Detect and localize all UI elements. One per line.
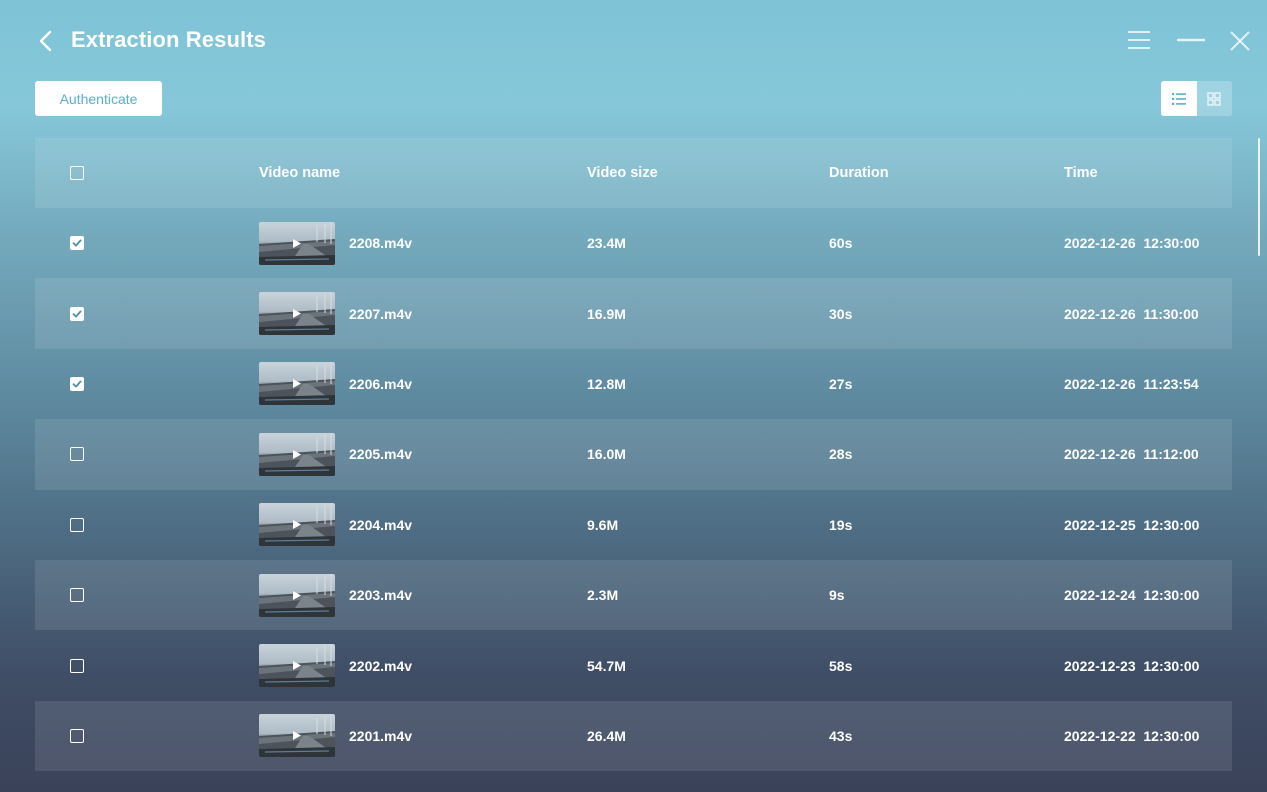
row-checkbox[interactable]: [70, 376, 84, 391]
video-thumbnail[interactable]: [259, 362, 335, 406]
video-size: 12.8M: [587, 375, 626, 392]
video-thumbnail[interactable]: [259, 292, 335, 336]
video-name: 2208.m4v: [349, 235, 413, 252]
video-time: 2022-12-26 11:30:00: [1064, 305, 1199, 322]
chevron-left-icon: [39, 30, 52, 52]
checkmark-icon: [72, 380, 82, 388]
row-checkbox[interactable]: [70, 658, 84, 673]
video-name: 2204.m4v: [349, 516, 413, 533]
row-checkbox[interactable]: [70, 236, 84, 251]
title-bar: Extraction Results: [0, 0, 1267, 80]
video-size: 16.0M: [587, 446, 626, 463]
column-header-size[interactable]: Video size: [587, 138, 658, 208]
table-row[interactable]: 2204.m4v 9.6M 19s 2022-12-25 12:30:00: [35, 490, 1232, 560]
play-icon: [293, 661, 301, 671]
column-header-name[interactable]: Video name: [259, 138, 340, 208]
play-icon: [293, 520, 301, 530]
video-time: 2022-12-26 12:30:00: [1064, 235, 1200, 252]
video-size: 26.4M: [587, 727, 626, 744]
table-row[interactable]: 2202.m4v 54.7M 58s 2022-12-23 12:30:00: [35, 630, 1232, 700]
video-time: 2022-12-23 12:30:00: [1064, 657, 1200, 674]
column-header-time[interactable]: Time: [1064, 138, 1098, 208]
play-icon: [293, 309, 301, 319]
video-thumbnail[interactable]: [259, 503, 335, 547]
play-icon: [293, 590, 301, 600]
scrollbar[interactable]: [1258, 138, 1260, 256]
select-all-checkbox[interactable]: [70, 166, 84, 180]
close-button[interactable]: [1228, 29, 1254, 53]
video-name: 2205.m4v: [349, 446, 413, 463]
play-icon: [293, 449, 301, 459]
video-size: 54.7M: [587, 657, 626, 674]
video-time: 2022-12-24 12:30:00: [1064, 587, 1200, 604]
video-duration: 60s: [829, 235, 853, 252]
minimize-button[interactable]: [1176, 29, 1206, 53]
video-duration: 19s: [829, 516, 853, 533]
play-icon: [293, 731, 301, 741]
video-duration: 30s: [829, 305, 853, 322]
video-name: 2202.m4v: [349, 657, 413, 674]
checkmark-icon: [72, 239, 82, 247]
checkmark-icon: [72, 310, 82, 318]
play-icon: [293, 379, 301, 389]
video-time: 2022-12-26 11:12:00: [1064, 446, 1199, 463]
page-title: Extraction Results: [71, 27, 266, 52]
minimize-icon: [1177, 38, 1205, 42]
table-row[interactable]: 2205.m4v 16.0M 28s 2022-12-26 11:12:00: [35, 419, 1232, 490]
column-header-duration[interactable]: Duration: [829, 138, 889, 208]
video-time: 2022-12-22 12:30:00: [1064, 727, 1200, 744]
video-size: 23.4M: [587, 235, 626, 252]
video-name: 2201.m4v: [349, 727, 413, 744]
grid-view-icon: [1207, 91, 1221, 106]
list-view-icon: [1171, 92, 1186, 105]
list-view-button[interactable]: [1161, 81, 1197, 116]
row-checkbox[interactable]: [70, 447, 84, 462]
video-duration: 58s: [829, 657, 853, 674]
hamburger-menu-icon: [1128, 31, 1150, 49]
video-duration: 43s: [829, 727, 853, 744]
grid-view-button[interactable]: [1196, 81, 1232, 116]
video-name: 2206.m4v: [349, 375, 413, 392]
table-row[interactable]: 2206.m4v 12.8M 27s 2022-12-26 11:23:54: [35, 349, 1232, 419]
row-checkbox[interactable]: [70, 306, 84, 321]
video-thumbnail[interactable]: [259, 644, 335, 688]
play-icon: [293, 238, 301, 248]
table-row[interactable]: 2203.m4v 2.3M 9s 2022-12-24 12:30:00: [35, 559, 1232, 631]
video-time: 2022-12-26 11:23:54: [1064, 375, 1199, 392]
video-thumbnail[interactable]: [259, 573, 335, 617]
row-checkbox[interactable]: [70, 728, 84, 743]
table-row[interactable]: 2208.m4v 23.4M 60s 2022-12-26 12:30:00: [35, 208, 1232, 278]
video-thumbnail[interactable]: [259, 714, 335, 758]
video-duration: 9s: [829, 587, 845, 604]
video-thumbnail[interactable]: [259, 432, 335, 476]
menu-button[interactable]: [1126, 29, 1152, 53]
video-size: 16.9M: [587, 305, 626, 322]
back-button[interactable]: [36, 28, 58, 54]
video-time: 2022-12-25 12:30:00: [1064, 516, 1200, 533]
video-duration: 27s: [829, 375, 853, 392]
table-row[interactable]: 2207.m4v 16.9M 30s 2022-12-26 11:30:00: [35, 278, 1232, 349]
video-size: 2.3M: [587, 587, 619, 604]
video-size: 9.6M: [587, 516, 619, 533]
row-checkbox[interactable]: [70, 588, 84, 603]
video-name: 2207.m4v: [349, 305, 413, 322]
table-row[interactable]: 2201.m4v 26.4M 43s 2022-12-22 12:30:00: [35, 700, 1232, 772]
video-thumbnail[interactable]: [259, 221, 335, 265]
video-table: Video name Video size Duration Time 2208…: [35, 138, 1232, 772]
table-header: Video name Video size Duration Time: [35, 138, 1232, 208]
authenticate-button[interactable]: Authenticate: [35, 81, 162, 116]
row-checkbox[interactable]: [70, 517, 84, 532]
video-duration: 28s: [829, 446, 853, 463]
view-toggle: [1161, 81, 1232, 116]
video-name: 2203.m4v: [349, 587, 413, 604]
close-icon: [1230, 31, 1250, 51]
